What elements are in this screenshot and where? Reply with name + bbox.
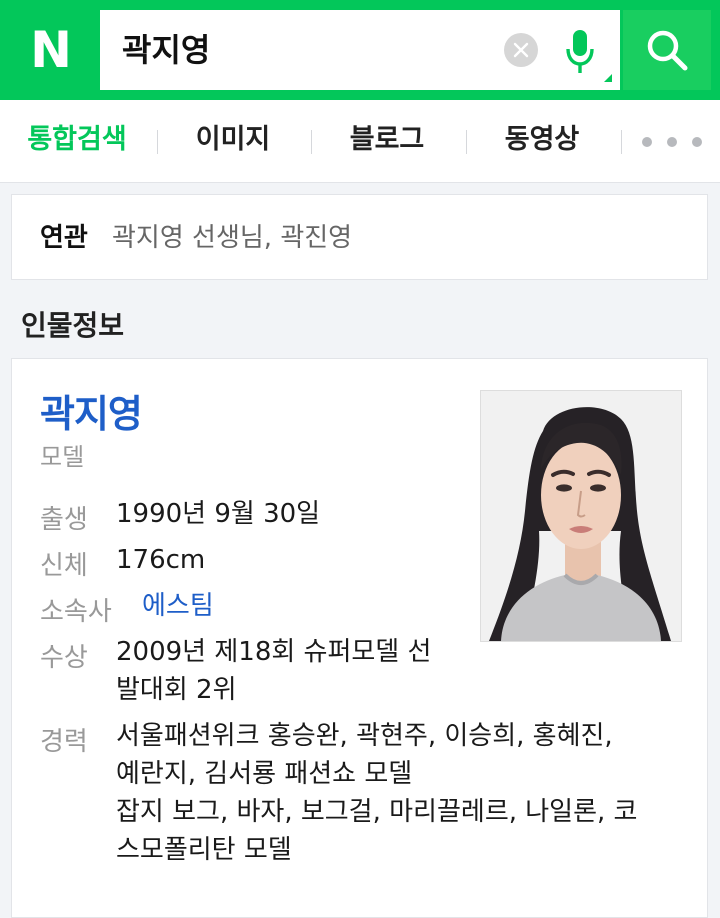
search-tabs: 통합검색 이미지 블로그 동영상 — [0, 100, 720, 183]
career-line-4: 스모폴리탄 모델 — [116, 835, 292, 865]
agency-label: 소속사 — [40, 597, 112, 627]
career-line-2: 예란지, 김서룡 패션쇼 모델 — [116, 759, 413, 789]
award-line-2: 발대회 2위 — [116, 675, 237, 705]
tab-divider — [157, 130, 158, 154]
related-searches: 연관 곽지영 선생님, 곽진영 — [11, 194, 708, 280]
search-icon — [647, 30, 688, 71]
corner-triangle-icon — [604, 74, 612, 82]
award-label: 수상 — [40, 643, 88, 673]
search-button[interactable] — [623, 10, 711, 90]
tab-integrated-search[interactable]: 통합검색 — [18, 100, 136, 182]
birth-label: 출생 — [40, 505, 88, 535]
clear-x-icon[interactable] — [504, 33, 538, 67]
naver-logo[interactable]: N — [0, 0, 100, 100]
search-box[interactable]: 곽지영 — [100, 10, 620, 90]
agency-link[interactable]: 에스팀 — [142, 587, 214, 625]
tab-blog[interactable]: 블로그 — [330, 100, 444, 182]
related-label: 연관 — [40, 223, 88, 253]
career-line-3: 잡지 보그, 바자, 보그걸, 마리끌레르, 나일론, 코 — [116, 797, 638, 827]
profile-photo[interactable] — [480, 390, 682, 642]
person-name-link[interactable]: 곽지영 — [40, 383, 143, 438]
person-info-card: 곽지영 모델 출생 1990년 9월 30일 신체 176cm 소속사 에스팀 … — [11, 358, 708, 918]
award-line-1: 2009년 제18회 슈퍼모델 선 — [116, 637, 432, 667]
related-search-links[interactable]: 곽지영 선생님, 곽진영 — [112, 217, 352, 254]
tab-divider — [466, 130, 467, 154]
body-label: 신체 — [40, 551, 88, 581]
tab-divider — [311, 130, 312, 154]
microphone-icon[interactable] — [558, 24, 602, 80]
body-value: 176cm — [116, 545, 206, 575]
birth-value: 1990년 9월 30일 — [116, 499, 321, 529]
search-input[interactable]: 곽지영 — [122, 28, 210, 72]
career-line-1: 서울패션위크 홍승완, 곽현주, 이승희, 홍혜진, — [116, 721, 613, 751]
tab-divider — [621, 130, 622, 154]
section-title: 인물정보 — [21, 309, 125, 342]
career-label: 경력 — [40, 727, 88, 757]
header-bar: N 곽지영 — [0, 0, 720, 100]
more-tabs-icon[interactable] — [642, 130, 702, 154]
tab-video[interactable]: 동영상 — [484, 100, 600, 182]
person-job: 모델 — [40, 443, 85, 471]
tab-images[interactable]: 이미지 — [176, 100, 290, 182]
logo-letter: N — [30, 21, 72, 79]
